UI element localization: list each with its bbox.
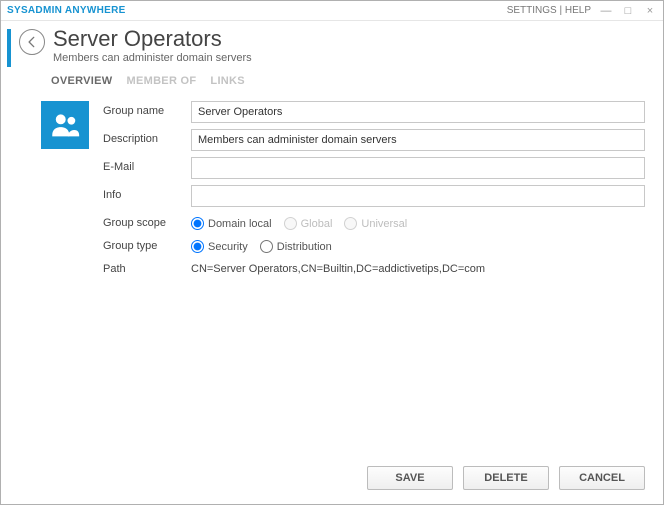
tab-member-of[interactable]: MEMBER OF [127,75,197,87]
content: Group name Description E-Mail Info Group… [1,93,663,456]
radio-universal[interactable]: Universal [344,217,407,230]
tab-overview[interactable]: OVERVIEW [51,75,113,87]
page-subtitle: Members can administer domain servers [53,52,653,64]
path-value: CN=Server Operators,CN=Builtin,DC=addict… [191,259,645,275]
back-button[interactable] [19,29,45,55]
settings-link[interactable]: SETTINGS [507,5,557,16]
topbar-sep: | [559,5,562,16]
radio-global[interactable]: Global [284,217,333,230]
topbar: SYSADMIN ANYWHERE SETTINGS | HELP — □ × [1,1,663,21]
arrow-left-icon [25,35,39,49]
app-brand: SYSADMIN ANYWHERE [7,5,126,16]
help-link[interactable]: HELP [565,5,591,16]
tabs: OVERVIEW MEMBER OF LINKS [1,67,663,93]
footer: SAVE DELETE CANCEL [1,456,663,504]
radio-distribution[interactable]: Distribution [260,240,332,253]
group-type-label: Group type [103,236,183,253]
description-input[interactable] [191,129,645,151]
tab-links[interactable]: LINKS [210,75,245,87]
group-scope-label: Group scope [103,213,183,230]
radio-universal-input [344,217,357,230]
header-row: Server Operators Members can administer … [1,21,663,67]
radio-domain-local[interactable]: Domain local [191,217,272,230]
group-name-label: Group name [103,101,183,123]
delete-button[interactable]: DELETE [463,466,549,490]
page-title: Server Operators [53,27,653,51]
radio-distribution-input[interactable] [260,240,273,253]
title-block: Server Operators Members can administer … [53,27,653,64]
topbar-links: SETTINGS | HELP [507,5,591,16]
radio-security-input[interactable] [191,240,204,253]
path-label: Path [103,259,183,275]
form: Group name Description E-Mail Info Group… [103,101,645,456]
maximize-button[interactable]: □ [621,5,635,17]
radio-global-input [284,217,297,230]
cancel-button[interactable]: CANCEL [559,466,645,490]
group-name-input[interactable] [191,101,645,123]
group-icon [41,101,89,149]
info-input[interactable] [191,185,645,207]
radio-domain-local-input[interactable] [191,217,204,230]
group-scope-row: Domain local Global Universal [191,213,645,230]
group-type-row: Security Distribution [191,236,645,253]
description-label: Description [103,129,183,151]
save-button[interactable]: SAVE [367,466,453,490]
users-icon [48,108,82,142]
close-button[interactable]: × [643,5,657,17]
email-input[interactable] [191,157,645,179]
radio-security[interactable]: Security [191,240,248,253]
info-label: Info [103,185,183,207]
app-window: SYSADMIN ANYWHERE SETTINGS | HELP — □ × … [0,0,664,505]
accent-bar [7,29,11,67]
email-label: E-Mail [103,157,183,179]
minimize-button[interactable]: — [599,5,613,17]
